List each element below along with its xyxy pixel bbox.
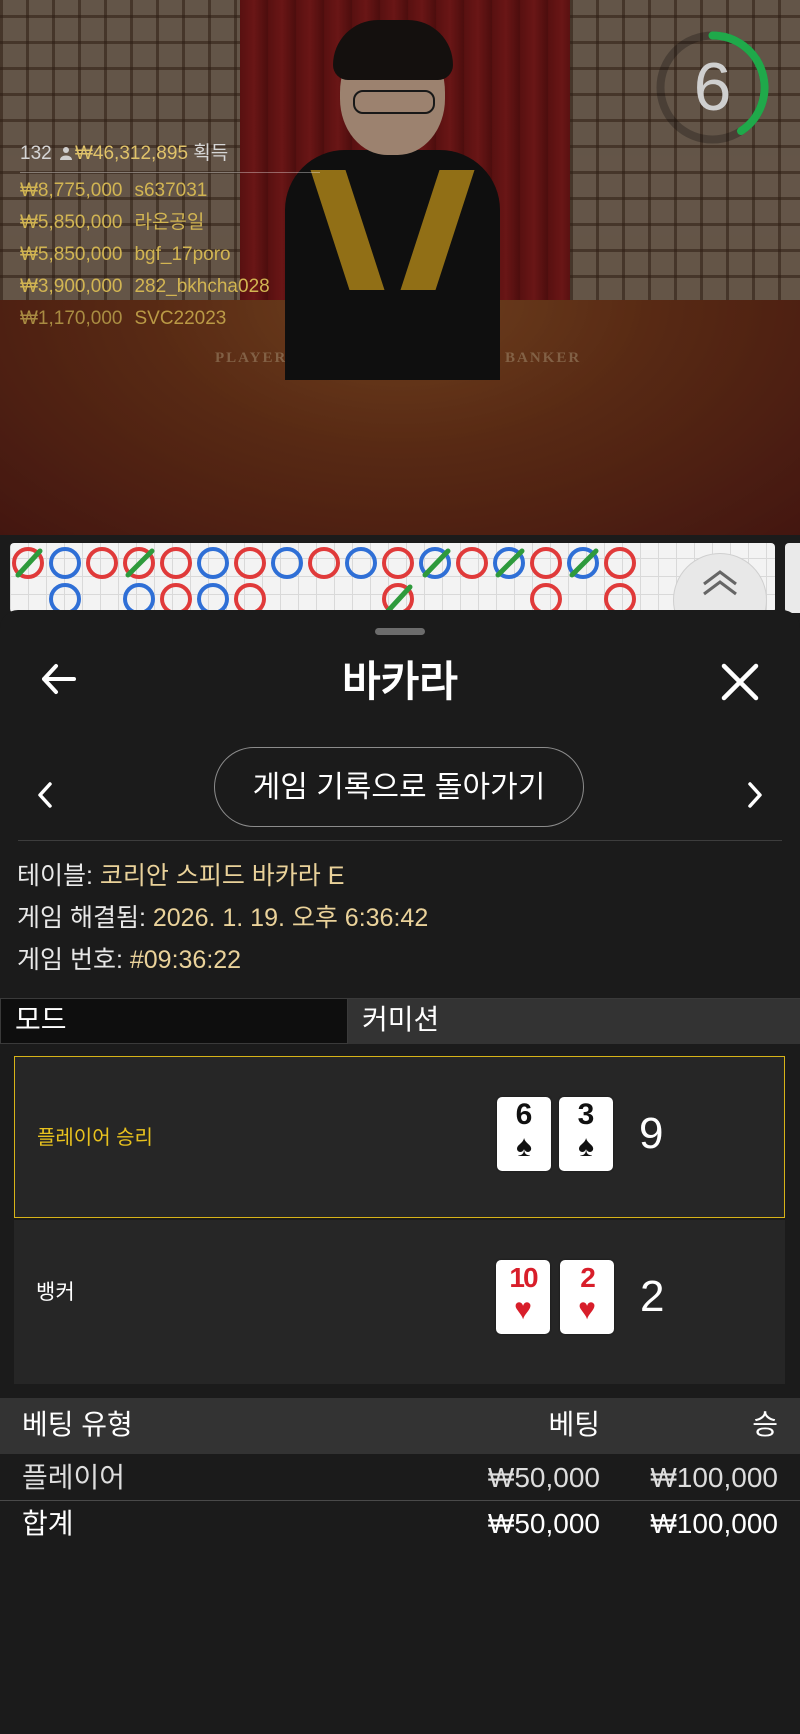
win-amount-header: 승 [752,1409,778,1440]
game-number-value: #09:36:22 [129,946,242,974]
bet-type-header: 베팅 유형 [22,1409,133,1440]
tab-commission[interactable]: 커미션 [348,998,800,1044]
sheet-title: 바카라 [342,658,458,705]
playing-card: 2 ♥ [560,1260,614,1334]
arrow-left-icon [42,664,76,694]
game-history-sheet: 바카라 게임 기록으로 돌아가기 테이블: 코리안 스피드 바카라 E 게임 해… [0,610,800,1734]
person-icon [59,147,72,160]
countdown-number: 6 [693,49,732,125]
back-button[interactable] [36,654,86,704]
playing-card: 3 ♠ [559,1097,613,1171]
winner-row: ₩5,850,000 bgf_17poro [20,239,320,271]
bet-type: 플레이어 [22,1462,126,1493]
tab-mode[interactable]: 모드 [0,998,348,1044]
table-label: 테이블: [17,862,93,890]
winner-name: 라온공일 [134,212,205,233]
player-count: 132 [20,143,52,164]
winner-name: bgf_17poro [134,244,231,265]
live-video[interactable]: PLAYER BANKER 132 ₩46,312,895 획득 ₩8,775,… [0,0,800,535]
close-icon [721,663,759,701]
winner-amount: ₩8,775,000 [20,180,123,201]
back-to-history-button[interactable]: 게임 기록으로 돌아가기 [214,747,584,827]
winner-row: ₩3,900,000 282_bkhcha028 [20,271,320,303]
resolved-value: 2026. 1. 19. 오후 6:36:42 [152,904,429,932]
bead-road [12,547,636,613]
total-row: 합계 ₩50,000 ₩100,000 [0,1502,800,1546]
table-row: 플레이어 ₩50,000 ₩100,000 [0,1456,800,1501]
next-game-button[interactable] [738,770,772,820]
winner-amount: ₩3,900,000 [20,276,123,297]
total-label: 합계 [22,1508,74,1539]
win-amount: ₩100,000 [650,1462,778,1493]
total-win-amount: ₩46,312,895 [74,143,189,164]
close-button[interactable] [712,654,768,710]
banker-score: 2 [640,1272,665,1321]
winner-amount: ₩1,170,000 [20,308,123,329]
chevron-right-icon [748,782,762,808]
winners-summary: 132 ₩46,312,895 획득 [20,138,320,173]
banker-result: 뱅커 10 ♥ 2 ♥ 2 [14,1220,785,1384]
total-win: ₩100,000 [650,1508,778,1539]
bet-amount-header: 베팅 [548,1409,600,1440]
game-number-label: 게임 번호: [17,946,123,974]
resolved-label: 게임 해결됨: [17,904,146,932]
winner-row: ₩5,850,000 라온공일 [20,207,320,239]
previous-game-button[interactable] [28,770,62,820]
winner-row: ₩8,775,000 s637031 [20,175,320,207]
player-result: 플레이어 승리 6 ♠ 3 ♠ 9 [14,1056,785,1218]
player-score: 9 [639,1109,664,1158]
total-bet: ₩50,000 [487,1508,600,1539]
playing-card: 6 ♠ [497,1097,551,1171]
winner-name: s637031 [134,180,208,201]
player-result-label: 플레이어 승리 [37,1127,153,1149]
playing-card: 10 ♥ [496,1260,550,1334]
sheet-grabber[interactable] [375,628,425,635]
table-value: 코리안 스피드 바카라 E [99,862,345,890]
total-win-suffix: 획득 [193,143,229,164]
road-map[interactable] [10,543,775,613]
winner-amount: ₩5,850,000 [20,244,123,265]
bet-amount: ₩50,000 [487,1462,600,1493]
winner-name: SVC22023 [134,308,227,329]
winners-panel: 132 ₩46,312,895 획득 ₩8,775,000 s637031 ₩5,… [20,138,320,335]
banker-result-label: 뱅커 [36,1281,75,1304]
table-info: 테이블: 코리안 스피드 바카라 E [17,860,344,892]
winner-row: ₩1,170,000 SVC22023 [20,303,320,335]
winner-name: 282_bkhcha028 [134,276,270,297]
chevron-up-double-icon [703,570,737,596]
mode-tabs: 모드 커미션 [0,998,800,1044]
bets-table-header: 베팅 유형 베팅 승 [0,1398,800,1454]
resolved-info: 게임 해결됨: 2026. 1. 19. 오후 6:36:42 [17,902,428,934]
game-number-info: 게임 번호: #09:36:22 [17,944,241,976]
chevron-left-icon [38,782,52,808]
divider [18,840,782,841]
road-map-next-panel[interactable] [785,543,800,613]
winner-amount: ₩5,850,000 [20,212,123,233]
